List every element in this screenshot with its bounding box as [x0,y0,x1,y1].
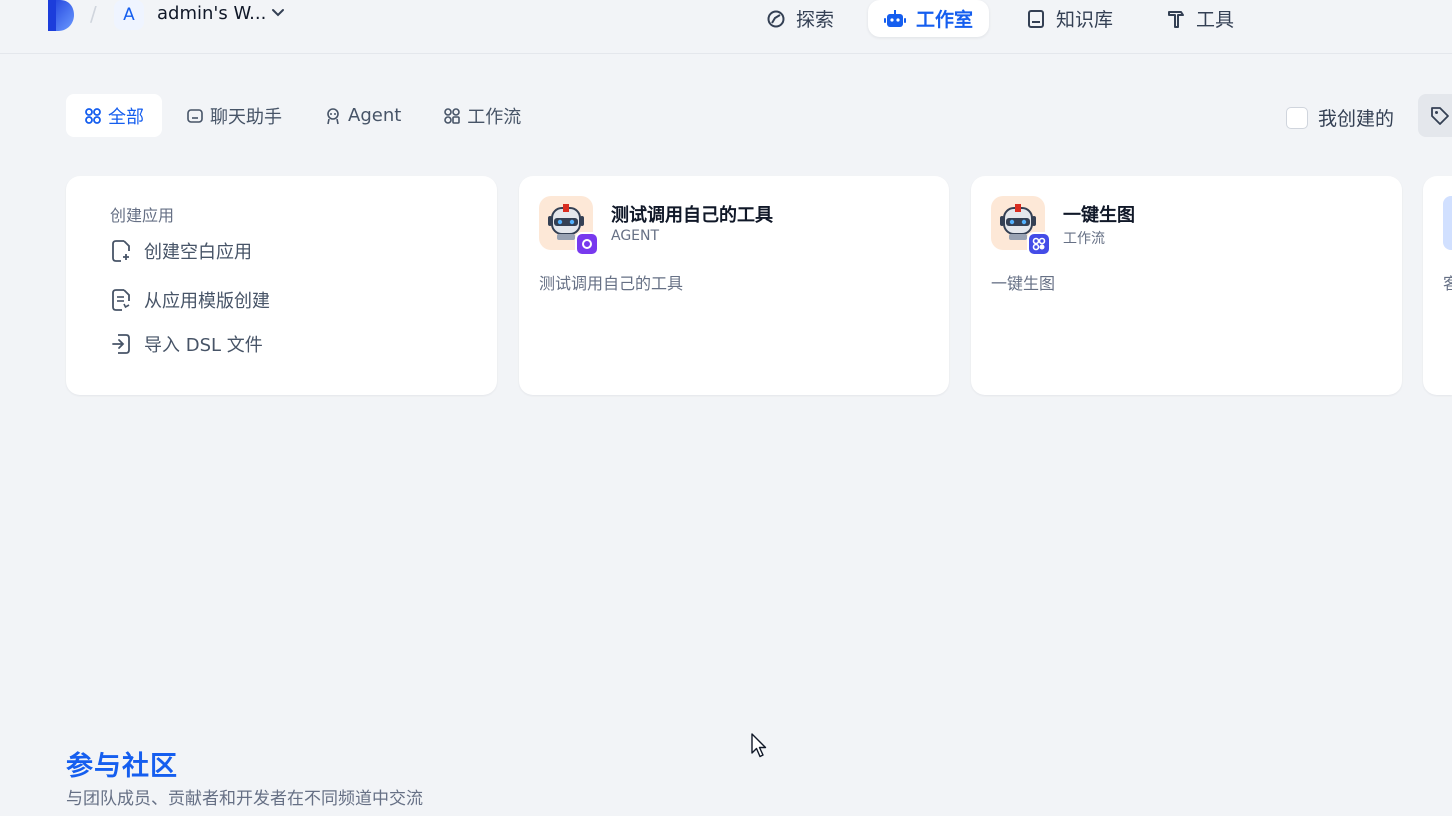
chevron-down-icon[interactable] [271,6,285,20]
app-logo[interactable] [46,0,74,31]
create-blank-app-button[interactable]: 创建空白应用 [110,238,252,264]
nav-label: 探索 [796,9,835,31]
nav-explore[interactable]: 探索 [750,0,850,37]
nav-label: 工作室 [916,9,974,31]
created-by-me-label: 我创建的 [1318,108,1395,130]
tab-label: 聊天助手 [210,106,282,128]
top-navigation-bar: / A admin's W... 探索 工作室 知识库 工具 [0,0,1452,54]
agent-icon [327,107,339,124]
tab-label: 全部 [108,106,144,128]
robot-avatar-icon [539,196,599,256]
chat-icon [187,108,203,123]
app-name: 测试调用自己的工具 [611,205,773,226]
grid-icon [85,107,101,124]
app-card[interactable]: 一键生图 工作流 一键生图 [971,176,1402,395]
tag-filter-button[interactable] [1418,94,1452,137]
app-name: 一键生图 [1063,205,1135,226]
nav-studio[interactable]: 工作室 [868,0,990,37]
tab-chat-assistant[interactable]: 聊天助手 [168,94,300,137]
hammer-icon [1168,10,1184,28]
create-from-template-button[interactable]: 从应用模版创建 [110,287,270,313]
tag-icon [1431,107,1449,125]
tab-label: 工作流 [467,106,522,128]
app-icon [1443,196,1452,250]
nav-knowledge[interactable]: 知识库 [1010,0,1129,37]
robot-icon [884,9,906,27]
tab-label: Agent [348,105,402,126]
create-item-label: 创建空白应用 [144,242,252,263]
template-icon [112,289,130,311]
tab-all[interactable]: 全部 [66,94,162,137]
app-description: 客 [1443,274,1452,293]
create-app-card: 创建应用 创建空白应用 从应用模版创建 导入 DSL 文件 [66,176,497,395]
created-by-me-filter[interactable]: 我创建的 [1286,104,1394,131]
nav-label: 工具 [1196,9,1235,31]
app-description: 测试调用自己的工具 [539,274,684,293]
robot-avatar-icon [991,196,1051,256]
workspace-avatar[interactable]: A [114,0,144,30]
app-type-tabs: 全部 聊天助手 Agent 工作流 [66,94,545,137]
workflow-icon [444,107,461,124]
import-icon [112,334,130,354]
app-type: AGENT [611,228,660,244]
new-file-icon [112,240,130,262]
community-title: 参与社区 [66,751,178,782]
nav-tools[interactable]: 工具 [1150,0,1250,37]
app-type: 工作流 [1063,231,1105,247]
tab-agent[interactable]: Agent [306,94,419,137]
nav-label: 知识库 [1056,9,1114,31]
app-description: 一键生图 [991,274,1056,293]
import-dsl-button[interactable]: 导入 DSL 文件 [110,331,263,357]
app-card[interactable]: 测试调用自己的工具 AGENT 测试调用自己的工具 [519,176,949,395]
explore-icon [767,10,785,27]
workspace-name[interactable]: admin's W... [157,3,266,24]
app-card-partial[interactable]: 客 [1423,176,1452,395]
tab-workflow[interactable]: 工作流 [425,94,539,137]
create-item-label: 从应用模版创建 [144,291,270,312]
workflow-badge-icon [1027,232,1051,256]
create-app-title: 创建应用 [110,206,175,225]
book-icon [1028,9,1044,28]
community-subtitle: 与团队成员、贡献者和开发者在不同频道中交流 [66,789,423,809]
create-item-label: 导入 DSL 文件 [144,335,263,356]
created-by-me-checkbox[interactable] [1286,106,1308,129]
mouse-cursor-icon [751,733,767,758]
agent-badge-icon [575,232,599,256]
breadcrumb-separator: / [90,2,97,26]
